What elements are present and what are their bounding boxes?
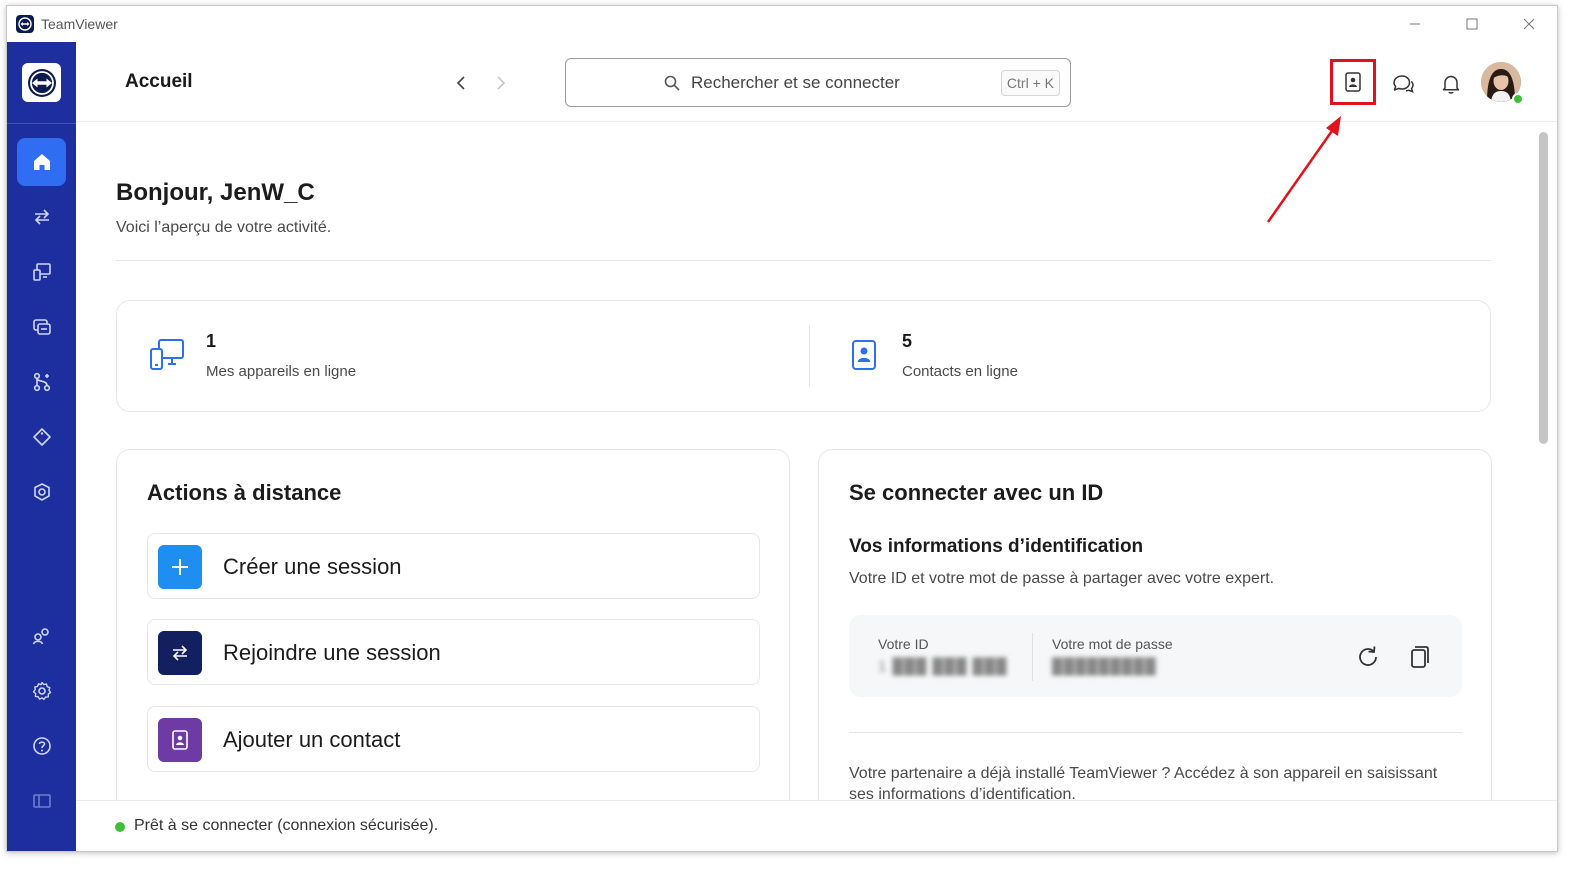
sidebar-item-integrations[interactable] [17, 358, 66, 406]
sidebar-item-tags[interactable] [17, 413, 66, 461]
chevron-left-icon [456, 76, 465, 90]
online-status-dot [1512, 93, 1524, 105]
forward-button[interactable] [490, 72, 512, 94]
stat-value: 5 [902, 331, 913, 351]
help-icon [32, 737, 51, 755]
swap-arrows-icon [158, 631, 202, 675]
credentials-description: Votre ID et votre mot de passe à partage… [849, 570, 1275, 587]
vertical-scrollbar[interactable] [1539, 132, 1548, 444]
app-window: TeamViewer Accueil Rechercher et se conn… [6, 5, 1558, 852]
chat-icon [1393, 75, 1414, 93]
password-label: Votre mot de passe [1052, 636, 1173, 652]
action-label: Ajouter un contact [223, 727, 401, 752]
gear-icon [32, 681, 51, 701]
credentials-separator [1032, 633, 1033, 681]
credentials-heading: Vos informations d’identification [849, 536, 1144, 557]
copy-icon[interactable] [1404, 643, 1432, 671]
card-title: Actions à distance [147, 480, 342, 505]
contacts-icon [158, 718, 202, 762]
stat-value: 1 [206, 331, 217, 351]
action-label: Créer une session [223, 554, 402, 579]
people-icon [32, 628, 49, 645]
notifications-button[interactable] [1429, 62, 1473, 106]
sidebar-item-sessions[interactable] [17, 303, 66, 351]
chat-button[interactable] [1381, 62, 1425, 106]
sidebar-item-remote-connections[interactable] [17, 193, 66, 241]
bell-icon [1442, 75, 1460, 94]
remote-actions-card: Actions à distance Créer une session Rej… [116, 449, 790, 851]
shield-icon [33, 483, 50, 501]
greeting: Bonjour, JenW_C [116, 179, 315, 206]
sidebar-divider [7, 123, 76, 124]
back-button[interactable] [450, 72, 472, 94]
stat-label: Mes appareils en ligne [206, 363, 357, 380]
sidebar [7, 42, 76, 851]
tag-icon [32, 428, 51, 446]
sidebar-item-collapse[interactable] [17, 777, 66, 825]
app-title: TeamViewer [41, 16, 118, 32]
sidebar-item-devices[interactable] [17, 248, 66, 296]
id-value[interactable]: 1 ███ ███ ███ [878, 658, 1008, 675]
status-indicator [115, 822, 125, 832]
contacts-icon [852, 340, 876, 370]
search-input[interactable]: Rechercher et se connecter Ctrl + K [565, 58, 1071, 107]
collapse-sidebar-icon [32, 794, 51, 808]
sidebar-item-home[interactable] [17, 138, 66, 186]
action-label: Rejoindre une session [223, 640, 441, 665]
chevron-right-icon [497, 76, 506, 90]
title-bar: TeamViewer [7, 6, 1557, 42]
teamviewer-logo-icon[interactable] [22, 63, 61, 102]
stat-contacts-online[interactable]: 5 Contacts en ligne [814, 301, 1490, 411]
devices-icon [150, 339, 184, 370]
refresh-icon[interactable] [1354, 643, 1382, 671]
password-value[interactable]: █████████ [1052, 658, 1157, 675]
status-bar: Prêt à se connecter (connexion sécurisée… [76, 800, 1557, 851]
status-text: Prêt à se connecter (connexion sécurisée… [134, 817, 439, 834]
search-icon [664, 75, 680, 91]
sidebar-item-security[interactable] [17, 468, 66, 516]
plus-icon [158, 545, 202, 589]
teamviewer-logo-icon [16, 15, 34, 33]
devices-icon [32, 263, 51, 281]
stats-separator [809, 325, 810, 387]
maximize-button[interactable] [1452, 12, 1492, 36]
stat-label: Contacts en ligne [902, 363, 1018, 380]
join-session-button[interactable]: Rejoindre une session [147, 619, 760, 685]
credentials-box: Votre ID 1 ███ ███ ███ Votre mot de pass… [849, 615, 1462, 697]
contacts-button[interactable] [1330, 59, 1376, 105]
create-session-button[interactable]: Créer une session [147, 533, 760, 599]
page-title: Accueil [125, 71, 193, 92]
swap-arrows-icon [34, 209, 49, 225]
greeting-subtitle: Voici l’aperçu de votre activité. [116, 219, 332, 236]
section-divider [116, 260, 1491, 261]
annotation-arrow [1266, 116, 1341, 223]
home-icon [33, 154, 50, 170]
search-shortcut: Ctrl + K [1000, 70, 1060, 96]
search-placeholder: Rechercher et se connecter [691, 73, 900, 92]
stats-card: 1 Mes appareils en ligne 5 Contacts en l… [116, 300, 1491, 412]
partner-text: Votre partenaire a déjà installé TeamVie… [849, 765, 1438, 803]
add-contact-button[interactable]: Ajouter un contact [147, 706, 760, 772]
sidebar-item-help[interactable] [17, 722, 66, 770]
connect-id-card: Se connecter avec un ID Vos informations… [818, 449, 1492, 851]
sidebar-item-settings[interactable] [17, 667, 66, 715]
card-divider [849, 732, 1462, 733]
close-button[interactable] [1509, 12, 1549, 36]
stat-devices-online[interactable]: 1 Mes appareils en ligne [117, 301, 809, 411]
flow-icon [33, 372, 50, 392]
sidebar-item-community[interactable] [17, 612, 66, 660]
card-title: Se connecter avec un ID [849, 480, 1104, 505]
minimize-button[interactable] [1395, 12, 1435, 36]
main-content: Accueil Rechercher et se connecter Ctrl … [76, 42, 1557, 851]
sessions-icon [32, 319, 51, 335]
contacts-icon [1345, 72, 1361, 92]
id-label: Votre ID [878, 636, 929, 652]
